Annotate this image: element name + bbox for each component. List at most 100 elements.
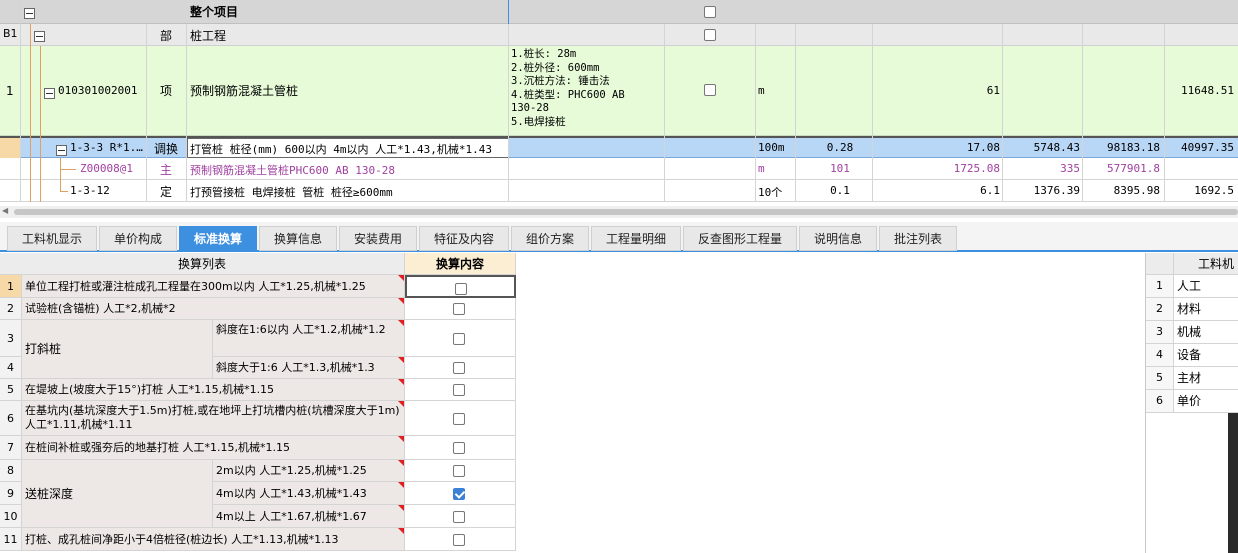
- sub-v4: 1692.5: [1194, 184, 1234, 197]
- sub-v4: 40997.35: [1181, 141, 1234, 154]
- sub-v1: 6.1: [980, 184, 1000, 197]
- conversion-check-cell[interactable]: [405, 320, 516, 357]
- row-number: 5: [0, 379, 22, 401]
- conversion-check-cell[interactable]: [405, 275, 516, 298]
- conversion-checkbox[interactable]: [453, 533, 465, 546]
- collapse-icon[interactable]: [24, 8, 35, 19]
- note-marker-icon: [398, 357, 404, 363]
- scroll-thumb[interactable]: [14, 209, 1238, 215]
- collapse-icon[interactable]: [56, 145, 67, 156]
- resource-type[interactable]: 单价: [1174, 390, 1238, 413]
- tab-features[interactable]: 特征及内容: [419, 226, 509, 251]
- row-number: 7: [0, 436, 22, 460]
- conversion-item: 2m以内 人工*1.25,机械*1.25: [213, 460, 405, 482]
- conversion-checkbox[interactable]: [453, 465, 465, 477]
- conversion-checkbox[interactable]: [453, 332, 465, 345]
- sub-v3: 98183.18: [1107, 141, 1160, 154]
- row-number: 3: [0, 320, 22, 357]
- conversion-check-cell[interactable]: [405, 528, 516, 551]
- tab-description[interactable]: 说明信息: [799, 226, 877, 251]
- conversion-item: 在桩间补桩或强夯后的地基打桩 人工*1.15,机械*1.15: [22, 436, 405, 460]
- tab-conversion-info[interactable]: 换算信息: [259, 226, 337, 251]
- row-number: 6: [0, 401, 22, 436]
- collapse-icon[interactable]: [34, 31, 45, 42]
- sub-v3: 577901.8: [1107, 162, 1160, 175]
- section-code: B1: [3, 27, 18, 40]
- conversion-item: 试验桩(含锚桩) 人工*2,机械*2: [22, 298, 405, 320]
- resource-row-number: 3: [1146, 321, 1174, 344]
- tab-standard-conversion[interactable]: 标准换算: [179, 226, 257, 251]
- project-label: 整个项目: [190, 5, 239, 19]
- resource-row-number: 1: [1146, 275, 1174, 298]
- conversion-check-cell[interactable]: [405, 298, 516, 320]
- section-type: 部: [160, 29, 173, 43]
- resource-type[interactable]: 材料: [1174, 298, 1238, 321]
- item-checkbox[interactable]: [704, 84, 716, 96]
- conversion-checkbox[interactable]: [453, 384, 465, 396]
- conversion-checkbox[interactable]: [453, 303, 465, 315]
- row-number: 8: [0, 460, 22, 482]
- note-marker-icon: [398, 275, 404, 281]
- tab-reverse-graphic[interactable]: 反查图形工程量: [683, 226, 797, 251]
- conversion-checkbox[interactable]: [453, 412, 465, 425]
- sub-name[interactable]: 打管桩 桩径(mm) 600以内 4m以内 人工*1.43,机械*1.43: [190, 141, 492, 157]
- tab-labor-material[interactable]: 工料机显示: [7, 226, 97, 251]
- conversion-check-cell[interactable]: [405, 460, 516, 482]
- conversion-check-cell[interactable]: [405, 379, 516, 401]
- sub-code: 1-3-3 R*1.…: [70, 141, 143, 154]
- sub-code: Z00008@1: [80, 162, 133, 175]
- item-name: 预制钢筋混凝土管桩: [190, 84, 299, 98]
- project-checkbox[interactable]: [704, 6, 716, 18]
- right-header: 工料机: [1174, 253, 1238, 275]
- tab-unit-price[interactable]: 单价构成: [99, 226, 177, 251]
- note-marker-icon: [398, 436, 404, 442]
- note-marker-icon: [398, 482, 404, 488]
- project-row[interactable]: 整个项目: [0, 0, 1238, 24]
- conversion-check-cell[interactable]: [405, 505, 516, 528]
- collapse-icon[interactable]: [44, 88, 55, 99]
- conversion-checkbox[interactable]: [455, 282, 467, 295]
- item-features: 1.桩长: 28m 2.桩外径: 600mm 3.沉桩方法: 锤击法 4.桩类型…: [511, 48, 625, 128]
- note-marker-icon: [398, 528, 404, 534]
- tab-pricing-plan[interactable]: 组价方案: [511, 226, 589, 251]
- scroll-left-icon[interactable]: ◀: [2, 206, 8, 215]
- conversion-check-cell[interactable]: [405, 401, 516, 436]
- conversion-group: 打斜桩: [22, 320, 213, 379]
- row-number: 2: [0, 298, 22, 320]
- conversion-check-cell[interactable]: [405, 482, 516, 505]
- tab-quantity-detail[interactable]: 工程量明细: [591, 226, 681, 251]
- note-marker-icon: [398, 505, 404, 511]
- note-marker-icon: [398, 460, 404, 466]
- top-grid: 整个项目 B1 部 桩工程 1 010301002001 项 预制钢筋混凝土管桩…: [0, 0, 1238, 205]
- sub-unit: m: [758, 162, 765, 175]
- sub-type: 定: [160, 185, 173, 199]
- conversion-checkbox[interactable]: [453, 487, 465, 500]
- conversion-check-cell[interactable]: [405, 357, 516, 379]
- sub-qty: 101: [830, 162, 850, 175]
- conversion-item: 斜度大于1:6 人工*1.3,机械*1.3: [213, 357, 405, 379]
- sub-unit: 10个: [758, 186, 783, 199]
- resource-row-number: 6: [1146, 390, 1174, 413]
- conversion-group: 送桩深度: [22, 460, 213, 528]
- conversion-check-cell[interactable]: [405, 436, 516, 460]
- row-number: 4: [0, 357, 22, 379]
- row-number: 11: [0, 528, 22, 551]
- resource-type[interactable]: 机械: [1174, 321, 1238, 344]
- sub-qty: 0.28: [826, 141, 854, 154]
- conversion-checkbox[interactable]: [453, 510, 465, 523]
- resource-type[interactable]: 主材: [1174, 367, 1238, 390]
- item-num: 1: [6, 84, 14, 98]
- item-code: 010301002001: [58, 84, 138, 97]
- section-checkbox[interactable]: [704, 29, 716, 41]
- row-number: 10: [0, 505, 22, 528]
- tab-install-cost[interactable]: 安装费用: [339, 226, 417, 251]
- tab-comments[interactable]: 批注列表: [879, 226, 957, 251]
- note-marker-icon: [398, 379, 404, 385]
- conversion-item: 4m以内 人工*1.43,机械*1.43: [213, 482, 405, 505]
- conversion-checkbox[interactable]: [453, 362, 465, 374]
- resource-type[interactable]: 人工: [1174, 275, 1238, 298]
- horizontal-scrollbar[interactable]: ◀: [0, 206, 1238, 218]
- conversion-checkbox[interactable]: [453, 442, 465, 454]
- row-number: 9: [0, 482, 22, 505]
- resource-type[interactable]: 设备: [1174, 344, 1238, 367]
